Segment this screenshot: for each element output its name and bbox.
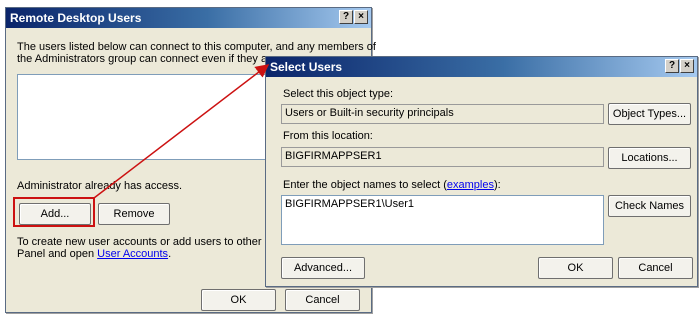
object-type-label: Select this object type: — [283, 88, 394, 100]
names-label-prefix: Enter the object names to select ( — [283, 179, 447, 191]
create-users-suffix: . — [168, 248, 172, 260]
rdu-cancel-button[interactable]: Cancel — [285, 289, 360, 311]
examples-link[interactable]: examples — [447, 179, 494, 191]
select-users-ok-button[interactable]: OK — [538, 257, 613, 279]
rdu-ok-button[interactable]: OK — [201, 289, 276, 311]
close-icon[interactable]: × — [354, 10, 368, 24]
rdu-title-bar[interactable]: Remote Desktop Users ? × — [6, 8, 371, 28]
create-users-prefix: Panel and open — [17, 248, 98, 260]
names-label-suffix: ): — [493, 179, 501, 191]
help-icon[interactable]: ? — [665, 59, 679, 73]
access-note: Administrator already has access. — [17, 180, 183, 192]
user-accounts-link[interactable]: User Accounts — [97, 248, 168, 260]
locations-button[interactable]: Locations... — [608, 147, 691, 169]
select-users-dialog: Select Users ? × Select this object type… — [265, 56, 698, 287]
help-icon[interactable]: ? — [339, 10, 353, 24]
location-field: BIGFIRMAPPSER1 — [281, 147, 604, 167]
location-label: From this location: — [283, 130, 373, 142]
close-icon[interactable]: × — [680, 59, 694, 73]
select-users-title-bar[interactable]: Select Users ? × — [266, 57, 697, 77]
rdu-intro-line2: the Administrators group can connect eve… — [17, 53, 287, 65]
check-names-button[interactable]: Check Names — [608, 195, 691, 217]
object-type-field: Users or Built-in security principals — [281, 104, 604, 124]
rdu-title: Remote Desktop Users — [10, 11, 142, 25]
names-label: Enter the object names to select (exampl… — [283, 179, 501, 192]
create-users-line2: Panel and open User Accounts. — [17, 248, 171, 261]
select-users-title: Select Users — [270, 60, 343, 74]
advanced-button[interactable]: Advanced... — [281, 257, 365, 279]
remove-button[interactable]: Remove — [98, 203, 170, 225]
add-button[interactable]: Add... — [19, 203, 91, 225]
select-users-cancel-button[interactable]: Cancel — [618, 257, 693, 279]
object-names-input[interactable]: BIGFIRMAPPSER1\User1 — [281, 195, 604, 245]
object-types-button[interactable]: Object Types... — [608, 103, 691, 125]
